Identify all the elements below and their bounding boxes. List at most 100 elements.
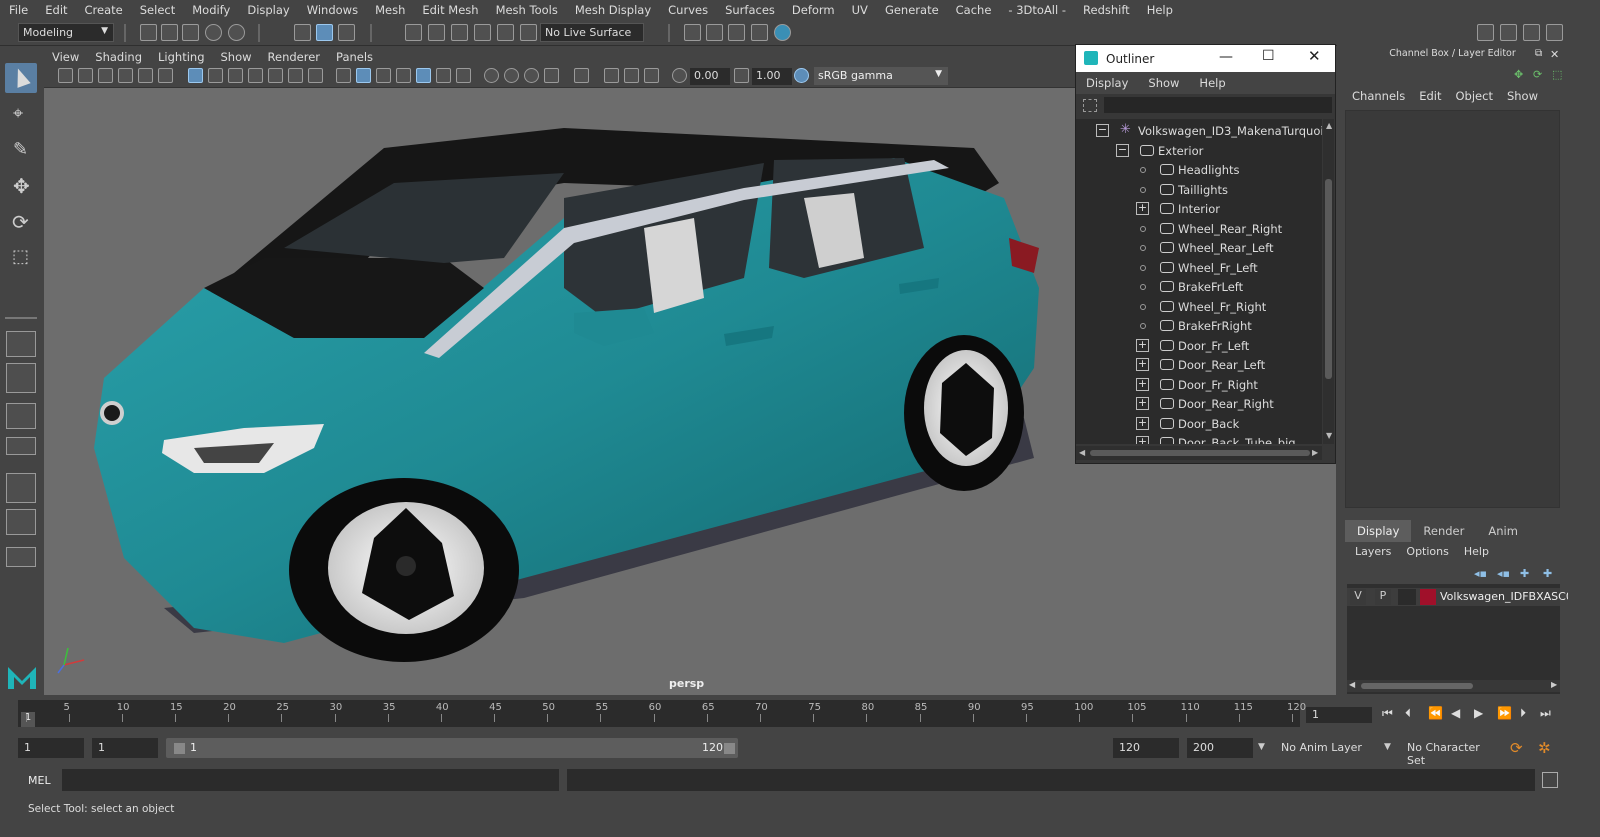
mel-label[interactable]: MEL bbox=[28, 774, 51, 787]
expand-icon[interactable]: + bbox=[1136, 358, 1149, 371]
render-view-icon[interactable] bbox=[751, 24, 768, 41]
outliner-item[interactable]: Wheel_Rear_Right bbox=[1076, 219, 1322, 238]
layer-name[interactable]: Volkswagen_IDFBXASC0 bbox=[1440, 590, 1573, 603]
outliner-menu-item[interactable]: Help bbox=[1189, 76, 1235, 90]
layer-menu-item[interactable]: Layers bbox=[1355, 545, 1400, 558]
menu-item[interactable]: Edit Mesh bbox=[413, 3, 486, 17]
outliner-item[interactable]: Taillights bbox=[1076, 180, 1322, 199]
paint-select-button[interactable]: ✎ bbox=[5, 135, 37, 165]
render-frame-icon[interactable] bbox=[706, 24, 723, 41]
scroll-thumb[interactable] bbox=[1325, 179, 1332, 379]
menu-item[interactable]: Generate bbox=[876, 3, 947, 17]
outliner-item[interactable]: BrakeFrLeft bbox=[1076, 277, 1322, 296]
menu-item[interactable]: Curves bbox=[659, 3, 716, 17]
outliner-hscrollbar[interactable]: ◀ ▶ bbox=[1076, 446, 1322, 460]
expand-icon[interactable]: + bbox=[1136, 416, 1149, 430]
go-to-end-icon[interactable]: ⏭ bbox=[1540, 706, 1551, 721]
menu-item[interactable]: Modify bbox=[183, 3, 238, 17]
select-tool-button[interactable] bbox=[5, 63, 37, 93]
viewport-menu-item[interactable]: Renderer bbox=[260, 50, 329, 64]
snap-curve-icon[interactable] bbox=[428, 24, 445, 41]
outliner-item[interactable]: − Exterior bbox=[1076, 141, 1322, 160]
scroll-right-icon[interactable]: ▶ bbox=[1312, 448, 1318, 457]
layout-more-button[interactable] bbox=[6, 547, 36, 567]
smooth-shade-icon[interactable] bbox=[356, 68, 371, 83]
step-back-icon[interactable]: ⏴ bbox=[1405, 706, 1411, 721]
move-layer-down-icon[interactable]: ◂▪ bbox=[1497, 567, 1510, 580]
gamma-icon[interactable] bbox=[734, 68, 749, 83]
mode-selector[interactable]: Modeling ▼ bbox=[18, 23, 114, 42]
outliner-item[interactable]: + Door_Fr_Right bbox=[1076, 375, 1322, 394]
preferences-icon[interactable]: ✲ bbox=[1538, 739, 1551, 757]
anim-layer-dropdown[interactable]: No Anim Layer bbox=[1275, 738, 1379, 758]
channel-box-menu-item[interactable]: Object bbox=[1449, 89, 1500, 103]
go-to-start-icon[interactable]: ⏮ bbox=[1382, 706, 1393, 721]
channel-box-menu-item[interactable]: Edit bbox=[1412, 89, 1448, 103]
outliner-menu-item[interactable]: Show bbox=[1138, 76, 1189, 90]
scroll-up-icon[interactable]: ▲ bbox=[1326, 121, 1332, 130]
step-back-key-icon[interactable]: ⏪ bbox=[1428, 706, 1443, 720]
wireframe-icon[interactable] bbox=[336, 68, 351, 83]
snap-vertex-icon[interactable] bbox=[520, 24, 537, 41]
outliner-item[interactable]: Wheel_Fr_Right bbox=[1076, 297, 1322, 316]
menu-item[interactable]: Cache bbox=[947, 3, 1000, 17]
scroll-right-icon[interactable]: ▶ bbox=[1551, 680, 1557, 689]
new-scene-icon[interactable] bbox=[140, 24, 157, 41]
new-layer-selected-icon[interactable]: ✚ bbox=[1543, 567, 1552, 580]
snap-surface-icon[interactable] bbox=[497, 24, 514, 41]
start-time-field[interactable]: 1 bbox=[18, 738, 84, 758]
safe-title-icon[interactable] bbox=[308, 68, 323, 83]
layer-color-swatch[interactable] bbox=[1420, 589, 1436, 605]
snap-grid-icon[interactable] bbox=[405, 24, 422, 41]
step-forward-icon[interactable]: ⏵ bbox=[1520, 706, 1526, 721]
camera-icon[interactable] bbox=[58, 68, 73, 83]
range-end-handle[interactable] bbox=[724, 743, 735, 754]
viewport-menu-item[interactable]: View bbox=[44, 50, 87, 64]
outliner-item[interactable]: + Door_Rear_Right bbox=[1076, 394, 1322, 413]
depth-of-field-icon[interactable] bbox=[544, 68, 559, 83]
outliner-item[interactable]: Wheel_Rear_Left bbox=[1076, 238, 1322, 257]
menu-item[interactable]: Create bbox=[76, 3, 131, 17]
ambient-occlusion-icon[interactable] bbox=[484, 68, 499, 83]
live-surface-field[interactable]: No Live Surface bbox=[540, 23, 644, 42]
layer-display-type[interactable] bbox=[1398, 589, 1416, 605]
save-scene-icon[interactable] bbox=[182, 24, 199, 41]
grease-pencil-icon[interactable] bbox=[158, 68, 173, 83]
wireframe-on-shaded-icon[interactable] bbox=[396, 68, 411, 83]
outliner-item[interactable]: Headlights bbox=[1076, 160, 1322, 179]
playback-start-field[interactable]: 1 bbox=[92, 738, 158, 758]
channel-box-menu-item[interactable]: Show bbox=[1500, 89, 1545, 103]
current-time-marker[interactable]: 1 bbox=[21, 712, 35, 727]
gate-mask-icon[interactable] bbox=[248, 68, 263, 83]
layer-menu-item[interactable]: Help bbox=[1464, 545, 1498, 558]
lights-icon[interactable] bbox=[436, 68, 451, 83]
mel-input[interactable] bbox=[62, 769, 559, 791]
outliner-item[interactable]: BrakeFrRight bbox=[1076, 316, 1322, 335]
layer-row[interactable]: V P Volkswagen_IDFBXASC0 bbox=[1347, 588, 1573, 606]
hscroll-thumb[interactable] bbox=[1090, 450, 1310, 456]
new-layer-icon[interactable]: ✚ bbox=[1520, 567, 1529, 580]
menu-item[interactable]: Surfaces bbox=[716, 3, 783, 17]
outliner-item[interactable]: + Door_Back_Tube_big bbox=[1076, 433, 1322, 444]
tab-display[interactable]: Display bbox=[1345, 520, 1412, 542]
redshift-icon[interactable] bbox=[774, 24, 791, 41]
menu-item[interactable]: Windows bbox=[298, 3, 366, 17]
undo-icon[interactable] bbox=[205, 24, 222, 41]
menu-item[interactable]: Display bbox=[238, 3, 297, 17]
layer-playback-toggle[interactable]: P bbox=[1375, 589, 1391, 605]
character-set-dropdown[interactable]: No Character Set bbox=[1401, 738, 1501, 767]
color-space-dropdown[interactable]: sRGB gamma ▼ bbox=[814, 67, 948, 85]
menu-item[interactable]: UV bbox=[843, 3, 876, 17]
motion-blur-icon[interactable] bbox=[504, 68, 519, 83]
chevron-down-icon[interactable]: ▼ bbox=[1384, 742, 1391, 752]
render-settings-icon[interactable] bbox=[684, 24, 701, 41]
side-by-side-button[interactable] bbox=[6, 403, 36, 429]
script-editor-icon[interactable] bbox=[1542, 772, 1558, 788]
attribute-editor-icon[interactable] bbox=[1523, 24, 1540, 41]
outliner-menu-item[interactable]: Display bbox=[1076, 76, 1138, 90]
image-plane-icon[interactable] bbox=[118, 68, 133, 83]
range-start-handle[interactable] bbox=[174, 743, 185, 754]
outliner-item[interactable]: + Door_Rear_Left bbox=[1076, 355, 1322, 374]
ipr-render-icon[interactable] bbox=[728, 24, 745, 41]
layer-hscrollbar[interactable]: ◀ ▶ bbox=[1347, 680, 1560, 692]
